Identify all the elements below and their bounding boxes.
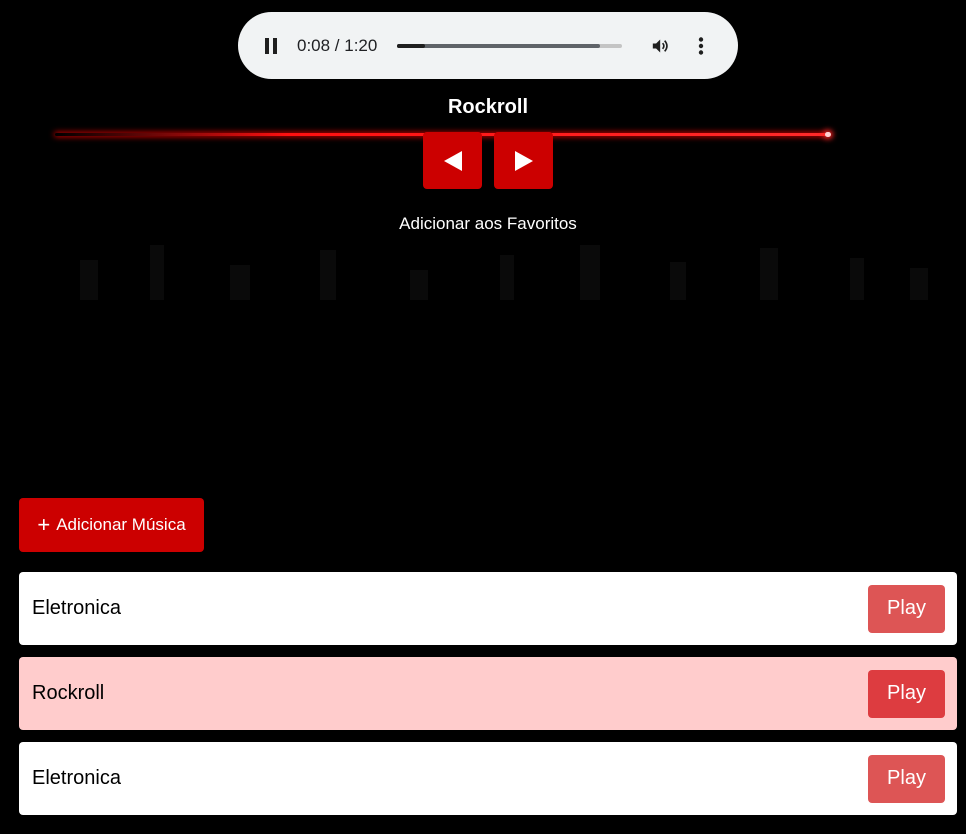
play-button[interactable]: Play bbox=[868, 584, 945, 633]
now-playing-title: Rockroll bbox=[447, 96, 529, 118]
pause-icon[interactable] bbox=[262, 37, 280, 55]
playback-time: 0:08 / 1:20 bbox=[297, 35, 378, 55]
add-music-label: Adicionar Música bbox=[56, 515, 186, 534]
track-name: Eletronica bbox=[32, 597, 121, 619]
audio-player[interactable]: 0:08 / 1:20 bbox=[238, 12, 738, 79]
playlist-item-active[interactable]: Rockroll Play bbox=[19, 657, 957, 730]
track-name: Eletronica bbox=[32, 767, 121, 789]
play-button[interactable]: Play bbox=[868, 669, 945, 718]
add-music-button[interactable]: + Adicionar Música bbox=[19, 498, 204, 552]
buffered-progress bbox=[397, 43, 600, 48]
plus-icon: + bbox=[37, 512, 51, 537]
audio-visualizer bbox=[80, 245, 928, 300]
next-icon bbox=[514, 150, 533, 171]
playlist-item[interactable]: Eletronica Play bbox=[19, 742, 957, 815]
playlist: Eletronica Play Rockroll Play Eletronica… bbox=[19, 572, 957, 827]
previous-icon bbox=[443, 150, 462, 171]
seek-bar[interactable] bbox=[397, 43, 623, 48]
play-button[interactable]: Play bbox=[868, 754, 945, 803]
playlist-item[interactable]: Eletronica Play bbox=[19, 572, 957, 645]
volume-icon[interactable] bbox=[652, 37, 670, 55]
next-button[interactable] bbox=[494, 132, 553, 189]
played-progress bbox=[397, 43, 426, 48]
laser-tip bbox=[825, 132, 831, 137]
previous-button[interactable] bbox=[423, 132, 482, 189]
music-player-page: 0:08 / 1:20 Rockroll Adicionar aos Favor… bbox=[0, 0, 966, 834]
add-to-favorites-button[interactable]: Adicionar aos Favoritos bbox=[0, 214, 966, 234]
more-options-icon[interactable] bbox=[692, 36, 710, 55]
track-name: Rockroll bbox=[32, 682, 105, 704]
